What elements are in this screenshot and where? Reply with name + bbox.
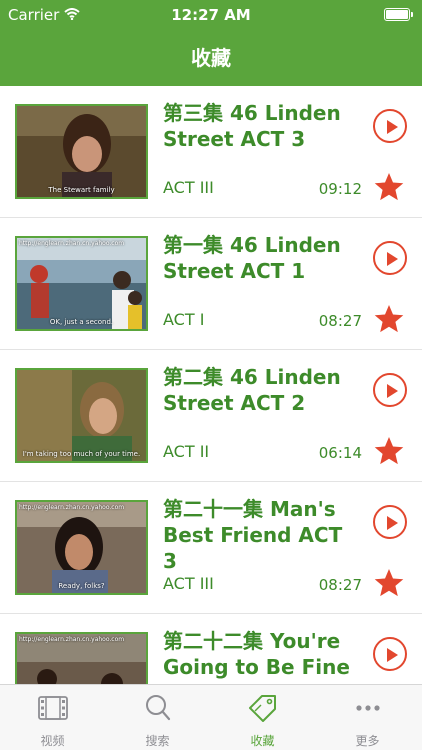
act-label: ACT I xyxy=(163,310,205,329)
tag-icon xyxy=(249,695,276,722)
play-button[interactable] xyxy=(373,109,407,143)
battery-icon xyxy=(384,8,413,21)
list-item[interactable]: http://englearn.zhan.cn.yahoo.com 第二十二集 … xyxy=(0,614,422,684)
video-thumbnail[interactable]: http://englearn.zhan.cn.yahoo.com xyxy=(15,632,148,684)
status-bar: Carrier 12:27 AM xyxy=(0,0,422,30)
search-icon xyxy=(146,695,171,721)
tab-label: 更多 xyxy=(355,734,380,748)
status-time: 12:27 AM xyxy=(171,6,251,24)
nav-bar: 收藏 xyxy=(0,30,422,86)
favorites-list[interactable]: The Stewart family 第三集 46 Linden Street … xyxy=(0,86,422,684)
tab-favorites[interactable]: 收藏 xyxy=(210,685,315,750)
tab-label: 视频 xyxy=(40,734,65,748)
list-item[interactable]: http://englearn.zhan.cn.yahoo.com OK, ju… xyxy=(0,218,422,350)
play-icon xyxy=(387,648,398,662)
duration-label: 08:27 xyxy=(318,312,362,330)
tab-label: 搜索 xyxy=(145,734,170,748)
thumbnail-watermark: http://englearn.zhan.cn.yahoo.com xyxy=(19,636,125,643)
thumbnail-watermark: http://englearn.zhan.cn.yahoo.com xyxy=(19,504,125,511)
thumbnail-caption: The Stewart family xyxy=(48,186,115,194)
list-item[interactable]: The Stewart family 第三集 46 Linden Street … xyxy=(0,86,422,218)
thumbnail-caption: I'm taking too much of your time. xyxy=(22,450,141,458)
favorite-star-icon[interactable] xyxy=(373,567,405,599)
video-title: 第二集 46 Linden Street ACT 2 xyxy=(163,365,341,415)
play-button[interactable] xyxy=(373,373,407,407)
tab-label: 收藏 xyxy=(250,734,275,748)
video-title: 第一集 46 Linden Street ACT 1 xyxy=(163,233,341,283)
play-button[interactable] xyxy=(373,505,407,539)
tab-bar: 视频 搜索 收藏 更多 xyxy=(0,684,422,750)
tab-video[interactable]: 视频 xyxy=(0,685,105,750)
duration-label: 09:12 xyxy=(318,180,362,198)
play-icon xyxy=(387,516,398,530)
video-thumbnail[interactable]: http://englearn.zhan.cn.yahoo.com OK, ju… xyxy=(15,236,148,331)
favorite-star-icon[interactable] xyxy=(373,435,405,467)
play-button[interactable] xyxy=(373,637,407,671)
favorite-star-icon[interactable] xyxy=(373,303,405,335)
play-icon xyxy=(387,384,398,398)
tab-more[interactable]: 更多 xyxy=(315,685,420,750)
duration-label: 06:14 xyxy=(318,444,362,462)
thumbnail-caption: Ready, folks? xyxy=(58,582,105,590)
page-title: 收藏 xyxy=(191,46,231,70)
video-thumbnail[interactable]: The Stewart family xyxy=(15,104,148,199)
play-button[interactable] xyxy=(373,241,407,275)
more-icon xyxy=(356,705,380,711)
act-label: ACT III xyxy=(163,574,214,593)
duration-label: 08:27 xyxy=(318,576,362,594)
film-icon xyxy=(38,696,68,720)
video-thumbnail[interactable]: http://englearn.zhan.cn.yahoo.com Ready,… xyxy=(15,500,148,595)
video-title: 第三集 46 Linden Street ACT 3 xyxy=(163,101,341,151)
act-label: ACT III xyxy=(163,178,214,197)
thumbnail-watermark: http://englearn.zhan.cn.yahoo.com xyxy=(19,240,125,247)
video-thumbnail[interactable]: I'm taking too much of your time. xyxy=(15,368,148,463)
act-label: ACT II xyxy=(163,442,210,461)
thumbnail-caption: OK, just a second. xyxy=(49,318,114,326)
video-title: 第二十一集 Man's Best Friend ACT 3 xyxy=(163,497,343,573)
tab-search[interactable]: 搜索 xyxy=(105,685,210,750)
video-title: 第二十二集 You're Going to Be Fine xyxy=(163,629,350,679)
list-item[interactable]: I'm taking too much of your time. 第二集 46… xyxy=(0,350,422,482)
list-item[interactable]: http://englearn.zhan.cn.yahoo.com Ready,… xyxy=(0,482,422,614)
favorite-star-icon[interactable] xyxy=(373,171,405,203)
play-icon xyxy=(387,120,398,134)
play-icon xyxy=(387,252,398,266)
